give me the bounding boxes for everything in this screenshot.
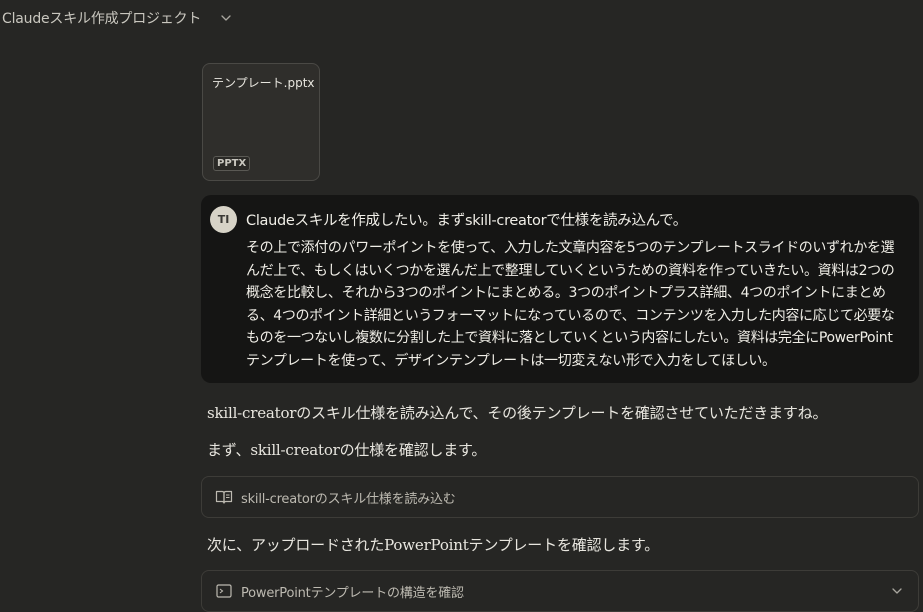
chevron-down-icon[interactable] [890,583,904,602]
attachment-file-name: テンプレート.pptx [212,76,315,90]
project-header: Claudeスキル作成プロジェクト [0,0,233,36]
assistant-text-line: 次に、アップロードされたPowerPointテンプレートを確認します。 [207,536,660,554]
user-message: TI Claudeスキルを作成したい。まずskill-creatorで仕様を読み… [201,195,919,383]
file-type-badge: PPTX [213,156,251,171]
project-title[interactable]: Claudeスキル作成プロジェクト [2,8,201,28]
book-open-icon [215,488,233,506]
assistant-text-line: まず、skill-creatorの仕様を確認します。 [207,441,487,459]
assistant-text-line: skill-creatorのスキル仕様を読み込んで、その後テンプレートを確認させ… [207,404,828,422]
tool-call-label: PowerPointテンプレートの構造を確認 [241,585,464,601]
user-message-first-line: Claudeスキルを作成したい。まずskill-creatorで仕様を読み込んで… [246,213,687,229]
chevron-down-icon[interactable] [219,11,233,25]
terminal-icon [215,582,233,600]
tool-call-read-skill[interactable]: skill-creatorのスキル仕様を読み込む [201,476,919,518]
attachment-card[interactable]: テンプレート.pptx PPTX [202,63,320,181]
user-message-body: その上で添付のパワーポイントを使って、入力した文章内容を5つのテンプレートスライ… [246,240,895,369]
tool-call-label: skill-creatorのスキル仕様を読み込む [241,491,456,507]
tool-call-check-template[interactable]: PowerPointテンプレートの構造を確認 [201,570,919,612]
avatar: TI [210,206,237,233]
